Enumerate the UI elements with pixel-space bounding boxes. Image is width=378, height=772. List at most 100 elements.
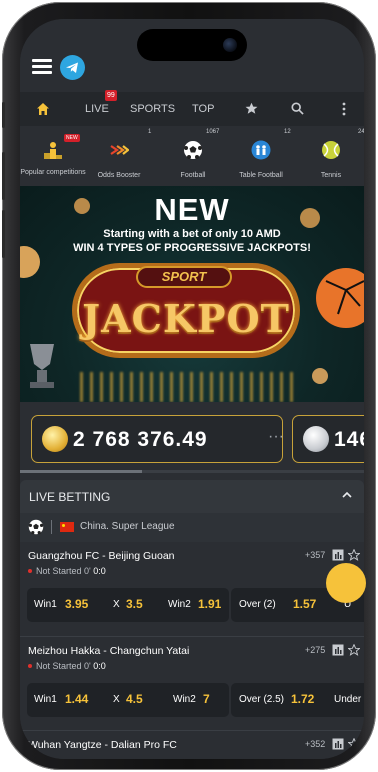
- total-odds-box: Over (2.5) 1.72 Under (: [231, 683, 364, 717]
- odd-label: X: [113, 694, 120, 705]
- odd-label[interactable]: Under (: [334, 694, 364, 705]
- phone-frame: LIVE 99 SPORTS TOP NEW Popular competiti…: [2, 2, 376, 770]
- favorites-star-icon[interactable]: [245, 92, 258, 126]
- match-row[interactable]: Meizhou Hakka - Changchun Yatai +275 Not…: [20, 636, 364, 730]
- banner-headline: NEW: [154, 192, 230, 227]
- favorite-star-icon[interactable]: [348, 738, 360, 750]
- category-label: Odds Booster: [97, 172, 141, 179]
- banner-sport-label: SPORT: [161, 269, 207, 284]
- stats-icon[interactable]: [332, 549, 344, 561]
- match-teams[interactable]: Wuhan Yangtze - Dalian Pro FC: [28, 739, 177, 751]
- category-count: 1: [148, 129, 152, 135]
- volume-down-button: [2, 210, 5, 258]
- banner-subline-1: Starting with a bet of only 10 AMD: [103, 228, 281, 240]
- markets-count[interactable]: +357: [305, 550, 325, 560]
- quick-bet-button[interactable]: [326, 563, 366, 603]
- match-score: 0:0: [93, 661, 106, 671]
- scroll-thumb[interactable]: [20, 470, 142, 473]
- jackpot-strip: 2 768 376.49 ··· 146: [20, 402, 364, 492]
- live-betting-header[interactable]: LIVE BETTING: [20, 480, 364, 513]
- live-dot-icon: [28, 664, 32, 668]
- live-dot-icon: [28, 569, 32, 573]
- china-flag-icon: [60, 522, 74, 532]
- home-icon[interactable]: [36, 92, 50, 126]
- match-status: Not Started 0' 0:0: [28, 566, 106, 576]
- trophy-podium-icon: [43, 140, 63, 160]
- divider: [51, 520, 52, 534]
- menu-icon[interactable]: [32, 59, 52, 75]
- odd-label: Win1: [34, 694, 57, 705]
- chevron-up-icon[interactable]: [342, 490, 352, 500]
- category-count: 1067: [206, 129, 220, 135]
- telegram-icon[interactable]: [60, 55, 85, 80]
- odd-over-button[interactable]: 1.57: [293, 597, 316, 611]
- favorite-star-icon[interactable]: [348, 549, 360, 561]
- banner-subline-2: WIN 4 TYPES OF PROGRESSIVE JACKPOTS!: [73, 242, 311, 254]
- jackpot-amount: 2 768 376.49: [73, 428, 208, 451]
- match-score: 0:0: [93, 566, 106, 576]
- status-text: Not Started: [36, 566, 82, 576]
- live-count-badge: 99: [105, 90, 117, 101]
- jackpot-banner[interactable]: NEW Starting with a bet of only 10 AMD W…: [20, 186, 364, 402]
- markets-count[interactable]: +352: [305, 739, 325, 749]
- table-football-icon: [251, 140, 271, 160]
- odd-draw-button[interactable]: 3.5: [126, 597, 143, 611]
- category-count: 24: [358, 129, 364, 135]
- odd-label: Over (2): [239, 599, 276, 610]
- odd-label: Over (2.5): [239, 694, 285, 705]
- nav-sports[interactable]: SPORTS: [130, 92, 175, 126]
- stats-icon[interactable]: [332, 644, 344, 656]
- dynamic-island: [137, 29, 247, 61]
- tennis-ball-icon: [321, 140, 341, 160]
- status-text: Not Started: [36, 661, 82, 671]
- odd-win1-button[interactable]: 3.95: [65, 597, 88, 611]
- stats-icon[interactable]: [332, 738, 344, 750]
- odd-label: Win1: [34, 599, 57, 610]
- volume-up-button: [2, 152, 5, 200]
- match-row[interactable]: Guangzhou FC - Beijing Guoan +357 Not St…: [20, 542, 364, 636]
- favorite-star-icon[interactable]: [348, 644, 360, 656]
- category-label: Popular competitions: [20, 169, 86, 176]
- odd-draw-button[interactable]: 4.5: [126, 692, 143, 706]
- main-odds-box: Win1 1.44 X 4.5 Win2 7: [27, 683, 229, 717]
- gold-coin-icon: [42, 426, 68, 452]
- football-icon: [183, 140, 203, 160]
- jackpot-card-silver[interactable]: 146: [292, 415, 364, 463]
- nav-top[interactable]: TOP: [192, 92, 214, 126]
- odd-label: X: [113, 599, 120, 610]
- stage-lights: [80, 372, 300, 402]
- app-screen: LIVE 99 SPORTS TOP NEW Popular competiti…: [20, 19, 364, 759]
- category-label: Table Football: [239, 172, 283, 179]
- match-teams[interactable]: Meizhou Hakka - Changchun Yatai: [28, 645, 189, 657]
- odds-booster-icon: [109, 140, 130, 160]
- category-label: Football: [180, 172, 206, 179]
- league-name: China. Super League: [80, 521, 175, 532]
- silver-coin-icon: [303, 426, 329, 452]
- football-icon: [28, 519, 44, 535]
- odd-over-button[interactable]: 1.72: [291, 692, 314, 706]
- odd-label: Win2: [168, 599, 191, 610]
- search-icon[interactable]: [291, 92, 304, 126]
- sport-categories: NEW Popular competitions 1 Odds Booster …: [20, 126, 364, 186]
- main-nav: LIVE 99 SPORTS TOP: [20, 90, 364, 126]
- jackpot-scroll-indicator: [20, 470, 364, 473]
- league-row[interactable]: China. Super League: [20, 513, 364, 542]
- jackpot-amount: 146: [334, 428, 364, 451]
- silent-switch: [2, 102, 5, 128]
- jackpot-card-gold[interactable]: 2 768 376.49 ···: [31, 415, 284, 463]
- markets-count[interactable]: +275: [305, 645, 325, 655]
- odd-win1-button[interactable]: 1.44: [65, 692, 88, 706]
- match-teams[interactable]: Guangzhou FC - Beijing Guoan: [28, 550, 175, 562]
- main-odds-box: Win1 3.95 X 3.5 Win2 1.91: [27, 588, 229, 622]
- live-betting-title: LIVE BETTING: [29, 490, 111, 504]
- more-vertical-icon[interactable]: [342, 92, 346, 126]
- odd-win2-button[interactable]: 7: [203, 692, 210, 706]
- odd-win2-button[interactable]: 1.91: [198, 597, 221, 611]
- jackpot-menu-icon[interactable]: ···: [268, 428, 284, 446]
- match-status: Not Started 0' 0:0: [28, 661, 106, 671]
- match-row[interactable]: Wuhan Yangtze - Dalian Pro FC +352: [20, 730, 364, 759]
- match-minute: 0': [84, 566, 91, 576]
- odd-label: Win2: [173, 694, 196, 705]
- match-minute: 0': [84, 661, 91, 671]
- banner-jackpot-label: JACKPOT: [82, 296, 290, 341]
